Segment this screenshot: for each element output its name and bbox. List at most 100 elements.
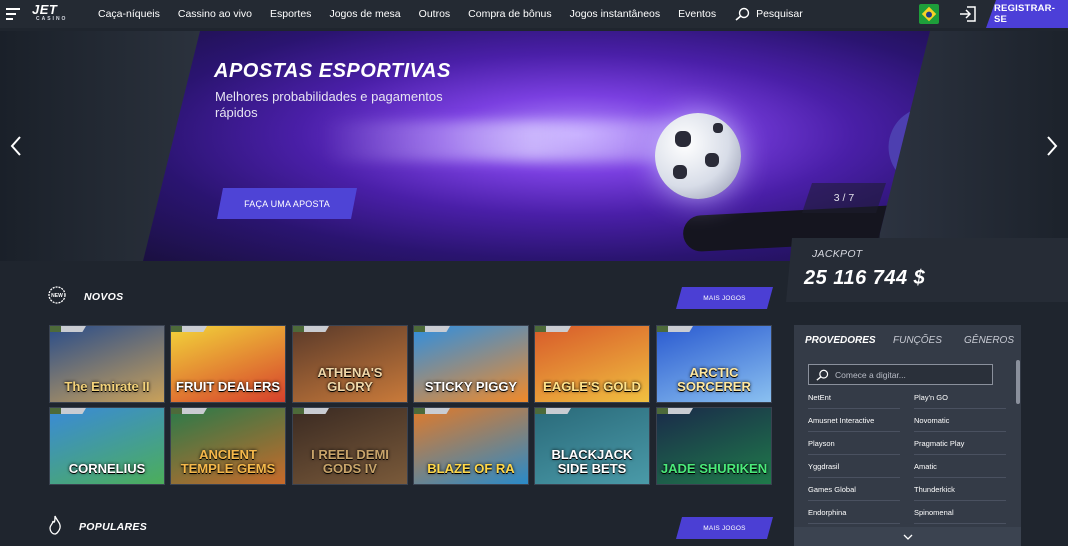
tab-providers[interactable]: PROVEDORES [805,335,876,346]
chevron-down-icon [903,534,912,540]
new-game-badge [50,326,86,332]
main-nav: Caça-níqueis Cassino ao vivo Esportes Jo… [98,0,803,28]
search-label: Pesquisar [756,8,803,20]
provider-divider [914,500,1006,501]
top-bar: JET CASINO Caça-níqueis Cassino ao vivo … [0,0,1068,28]
provider-divider [808,431,900,432]
game-tile[interactable]: JADE SHURIKEN [656,407,772,485]
provider-item[interactable]: Amatic [914,462,937,471]
game-tile[interactable]: STICKY PIGGY [413,325,529,403]
providers-panel: PROVEDORES FUNÇÕES GÊNEROS NetEnt Amusnet… [794,325,1021,546]
new-game-badge [50,408,86,414]
more-games-button-new[interactable]: MAIS JOGOS [676,287,773,309]
nav-item-live-casino[interactable]: Cassino ao vivo [178,8,252,20]
game-tile[interactable]: CORNELIUS [49,407,165,485]
provider-divider [808,454,900,455]
game-tile[interactable]: BLACKJACK SIDE BETS [534,407,650,485]
game-tile[interactable]: I REEL DEMI GODS IV [292,407,408,485]
svg-text:NEW: NEW [51,293,63,299]
search-button[interactable]: Pesquisar [734,7,803,21]
chevron-right-icon[interactable] [1045,134,1059,158]
game-tile[interactable]: EAGLE'S GOLD [534,325,650,403]
provider-divider [808,500,900,501]
logo-text: JET [32,2,58,17]
provider-item[interactable]: Amusnet Interactive [808,416,874,425]
game-title: EAGLE'S GOLD [543,379,641,394]
game-title: BLAZE OF RA [427,461,515,476]
search-icon [816,369,829,381]
nav-item-table-games[interactable]: Jogos de mesa [329,8,400,20]
provider-divider [914,454,1006,455]
menu-icon[interactable] [6,8,20,20]
slide-counter: 3 / 7 [802,183,886,213]
new-game-badge [171,408,207,414]
nav-item-sports[interactable]: Esportes [270,8,311,20]
game-title: The Emirate II [64,379,150,394]
provider-divider [914,408,1006,409]
jackpot-label: JACKPOT [812,248,863,260]
new-game-badge [293,326,329,332]
game-tile[interactable]: ANCIENT TEMPLE GEMS [170,407,286,485]
provider-item[interactable]: NetEnt [808,393,831,402]
provider-item[interactable]: Playson [808,439,835,448]
new-game-badge [293,408,329,414]
new-game-badge [535,408,571,414]
more-games-button-popular[interactable]: MAIS JOGOS [676,517,773,539]
logo[interactable]: JET CASINO [32,2,67,22]
nav-item-bonus-buy[interactable]: Compra de bônus [468,8,551,20]
provider-scrollbar[interactable] [1016,360,1020,404]
game-tile[interactable]: ARCTIC SORCERER [656,325,772,403]
provider-item[interactable]: Thunderkick [914,485,955,494]
provider-item[interactable]: Games Global [808,485,856,494]
game-tile[interactable]: BLAZE OF RA [413,407,529,485]
soccer-ball-image [655,113,741,199]
nav-item-instant-games[interactable]: Jogos instantâneos [570,8,660,20]
nav-item-slots[interactable]: Caça-níqueis [98,8,160,20]
provider-divider [808,523,900,524]
new-game-badge [657,326,693,332]
game-title: BLACKJACK SIDE BETS [551,447,633,476]
provider-search-field[interactable] [808,364,993,385]
game-tile[interactable]: ATHENA'S GLORY [292,325,408,403]
provider-search-input[interactable] [835,369,985,380]
game-title: STICKY PIGGY [424,379,518,394]
hero-title: APOSTAS ESPORTIVAS [214,60,451,82]
nav-item-others[interactable]: Outros [419,8,451,20]
jackpot-panel: JACKPOT 25 116 744 $ [786,238,1068,302]
tab-genres[interactable]: GÊNEROS [964,335,1014,346]
chevron-left-icon[interactable] [9,134,23,158]
tab-features[interactable]: FUNÇÕES [893,335,942,346]
provider-item[interactable]: Yggdrasil [808,462,839,471]
hero-subtitle: Melhores probabilidades e pagamentos ráp… [215,89,443,120]
new-game-badge [657,408,693,414]
login-icon[interactable] [958,4,978,24]
game-tile[interactable]: FRUIT DEALERS [170,325,286,403]
language-flag-brazil-icon[interactable] [919,4,939,24]
search-icon [735,7,750,21]
provider-item[interactable]: Novomatic [914,416,949,425]
new-badge-icon: NEW [48,286,66,304]
provider-divider [808,477,900,478]
provider-item[interactable]: Pragmatic Play [914,439,964,448]
new-game-badge [171,326,207,332]
provider-item[interactable]: Play'n GO [914,393,948,402]
game-tile[interactable]: The Emirate II [49,325,165,403]
nav-item-events[interactable]: Eventos [678,8,716,20]
game-title: ANCIENT TEMPLE GEMS [180,447,276,476]
provider-divider [808,408,900,409]
game-title: FRUIT DEALERS [176,379,280,394]
place-bet-button[interactable]: FAÇA UMA APOSTA [217,188,357,219]
section-title-popular: POPULARES [79,521,148,533]
new-game-badge [414,326,450,332]
provider-divider [914,431,1006,432]
provider-item[interactable]: Endorphina [808,508,846,517]
game-title: I REEL DEMI GODS IV [311,447,389,476]
game-title: ATHENA'S GLORY [317,365,383,394]
section-title-new: NOVOS [84,291,124,303]
register-button[interactable]: REGISTRAR-SE [986,0,1068,28]
game-title: ARCTIC SORCERER [677,365,751,394]
provider-expand-button[interactable] [794,527,1021,546]
flame-icon [49,515,61,535]
provider-item[interactable]: Spinomenal [914,508,954,517]
game-title: CORNELIUS [68,461,146,476]
